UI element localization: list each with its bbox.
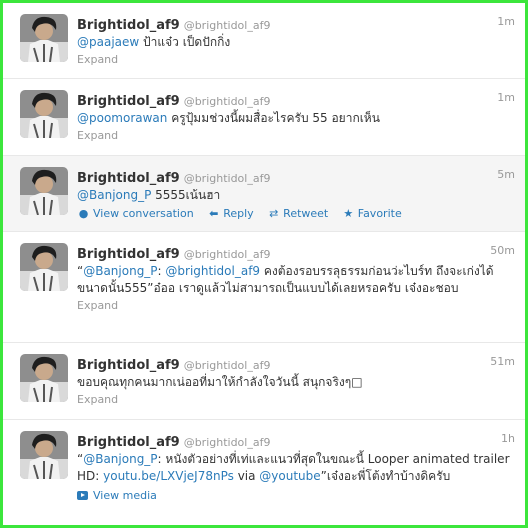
tweet[interactable]: Brightidol_af9 @brightidol_af9 1m @paajae… xyxy=(3,3,525,79)
view-media-label: View media xyxy=(93,489,157,502)
user-name[interactable]: Brightidol_af9 xyxy=(77,358,180,373)
tweet-text: “@Banjong_P: @brightidol_af9 คงต้องรอบรร… xyxy=(77,263,515,297)
tweet[interactable]: Brightidol_af9 @brightidol_af9 51m ขอบคุณ… xyxy=(3,343,525,420)
timestamp[interactable]: 1m xyxy=(497,91,515,104)
mention-link[interactable]: @poomorawan xyxy=(77,111,167,125)
timeline-frame: Brightidol_af9 @brightidol_af9 1m @paajae… xyxy=(0,0,528,528)
user-handle[interactable]: @brightidol_af9 xyxy=(184,436,271,449)
tweet-text: @paajaew ป้าแจ๋ว เป็ดปักกิ่ง xyxy=(77,34,515,51)
expand-link[interactable]: Expand xyxy=(77,299,515,312)
mention-link[interactable]: @paajaew xyxy=(77,35,139,49)
mention-link[interactable]: @brightidol_af9 xyxy=(165,264,260,278)
view-conversation-link[interactable]: ● View conversation xyxy=(77,207,194,220)
user-handle[interactable]: @brightidol_af9 xyxy=(184,172,271,185)
speech-bubble-icon: ● xyxy=(78,207,89,220)
expand-link[interactable]: Expand xyxy=(77,129,515,142)
tweet-body: 5555เน้นฮา xyxy=(151,188,221,202)
timestamp[interactable]: 1m xyxy=(497,15,515,28)
retweet-button[interactable]: ⇄ Retweet xyxy=(267,207,328,220)
tweet[interactable]: Brightidol_af9 @brightidol_af9 1m @poomor… xyxy=(3,79,525,156)
tweet[interactable]: Brightidol_af9 @brightidol_af9 1h “@Banjo… xyxy=(3,420,525,525)
tweet-text: @poomorawan ครูปุ้มมช่วงนี้ผมสื่อะไรครับ… xyxy=(77,110,515,127)
mention-link[interactable]: @youtube xyxy=(259,469,320,483)
reply-button[interactable]: ⬅ Reply xyxy=(207,207,254,220)
reply-label: Reply xyxy=(223,207,254,220)
reply-arrow-icon: ⬅ xyxy=(209,207,219,220)
timestamp[interactable]: 5m xyxy=(497,168,515,181)
user-name[interactable]: Brightidol_af9 xyxy=(77,435,180,450)
user-name[interactable]: Brightidol_af9 xyxy=(77,171,180,186)
retweet-icon: ⇄ xyxy=(269,207,279,220)
tweet-body: ”เจ๋งอะพี่โต้งทำบ้างดิครับ xyxy=(320,469,451,483)
avatar[interactable] xyxy=(20,431,68,479)
user-handle[interactable]: @brightidol_af9 xyxy=(184,19,271,32)
tweet-text: “@Banjong_P: หนังตัวอย่างที่เท่และแนวที่… xyxy=(77,451,515,485)
mention-link[interactable]: @Banjong_P xyxy=(83,452,157,466)
avatar[interactable] xyxy=(20,243,68,291)
view-media-link[interactable]: View media xyxy=(77,489,157,502)
avatar[interactable] xyxy=(20,354,68,402)
timestamp[interactable]: 1h xyxy=(501,432,515,445)
mention-link[interactable]: @Banjong_P xyxy=(77,188,151,202)
timestamp[interactable]: 51m xyxy=(490,355,515,368)
via-text: via xyxy=(233,469,260,483)
user-handle[interactable]: @brightidol_af9 xyxy=(184,359,271,372)
user-handle[interactable]: @brightidol_af9 xyxy=(184,248,271,261)
video-icon xyxy=(77,491,88,500)
tweet-hovered[interactable]: Brightidol_af9 @brightidol_af9 5m @Banjon… xyxy=(3,156,525,232)
avatar[interactable] xyxy=(20,167,68,215)
user-name[interactable]: Brightidol_af9 xyxy=(77,247,180,262)
url-link[interactable]: youtu.be/LXVjeJ78nPs xyxy=(103,469,234,483)
view-conversation-label: View conversation xyxy=(93,207,194,220)
avatar[interactable] xyxy=(20,14,68,62)
star-icon: ★ xyxy=(343,207,354,220)
favorite-label: Favorite xyxy=(357,207,402,220)
retweet-label: Retweet xyxy=(283,207,329,220)
user-handle[interactable]: @brightidol_af9 xyxy=(184,95,271,108)
tweet-body: ครูปุ้มมช่วงนี้ผมสื่อะไรครับ 55 อยากเห็น xyxy=(167,111,380,125)
tweet-text: ขอบคุณทุกคนมากเน่ออที่มาให้กำลังใจวันนี้… xyxy=(77,375,363,389)
mention-link[interactable]: @Banjong_P xyxy=(83,264,157,278)
tweet-text: @Banjong_P 5555เน้นฮา xyxy=(77,187,515,204)
tweet-actions: ● View conversation ⬅ Reply ⇄ Retweet ★ Favo… xyxy=(77,207,515,220)
tweet-body: ป้าแจ๋ว เป็ดปักกิ่ง xyxy=(139,35,231,49)
expand-link[interactable]: Expand xyxy=(77,53,515,66)
avatar[interactable] xyxy=(20,90,68,138)
user-name[interactable]: Brightidol_af9 xyxy=(77,18,180,33)
tweet[interactable]: Brightidol_af9 @brightidol_af9 50m “@Banj… xyxy=(3,232,525,343)
timestamp[interactable]: 50m xyxy=(490,244,515,257)
expand-link[interactable]: Expand xyxy=(77,393,515,406)
user-name[interactable]: Brightidol_af9 xyxy=(77,94,180,109)
favorite-button[interactable]: ★ Favorite xyxy=(342,207,402,220)
